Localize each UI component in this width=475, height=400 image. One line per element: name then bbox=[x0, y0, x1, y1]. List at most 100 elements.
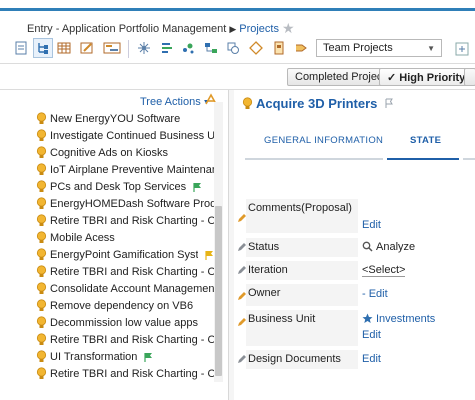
tab-underline bbox=[245, 158, 383, 160]
flag-icon bbox=[193, 182, 202, 192]
lightbulb-icon bbox=[36, 197, 47, 209]
tree-item-label: EnergyHOMEDash Software Product bbox=[50, 197, 214, 210]
field-label: Comments(Proposal) bbox=[246, 199, 358, 233]
lightbulb-icon bbox=[36, 129, 47, 141]
lightbulb-icon bbox=[36, 316, 47, 328]
status-value-text: Analyze bbox=[376, 241, 416, 253]
tree-item[interactable]: Retire TBRI and Risk Charting - Option 1 bbox=[36, 331, 214, 348]
tree-item[interactable]: IoT Airplane Preventive Maintenance Syst… bbox=[36, 161, 214, 178]
breadcrumb-separator: ▶ bbox=[229, 24, 237, 34]
tree-item-label: PCs and Desk Top Services bbox=[50, 180, 187, 193]
tree-item-label: Remove dependency on VB6 bbox=[50, 299, 194, 312]
lightbulb-icon bbox=[36, 282, 47, 294]
tree-item[interactable]: Investigate Continued Business Usage of … bbox=[36, 127, 214, 144]
lightbulb-icon bbox=[36, 248, 47, 260]
grid-view-icon[interactable] bbox=[57, 41, 71, 55]
detail-title: Acquire 3D Printers bbox=[242, 96, 394, 111]
diamond-icon[interactable] bbox=[249, 41, 263, 55]
star-icon[interactable]: ★ bbox=[282, 20, 295, 36]
tree-item[interactable]: Remove dependency on VB6 bbox=[36, 297, 214, 314]
flow-icon[interactable] bbox=[294, 41, 308, 55]
tree-item-label: Retire TBRI and Risk Charting - Option 4 bbox=[50, 265, 214, 278]
tree-item[interactable]: Mobile Acess bbox=[36, 229, 214, 246]
more-filters-button[interactable] bbox=[464, 68, 475, 86]
bar-chart-icon[interactable] bbox=[160, 41, 174, 55]
flag-icon bbox=[205, 250, 213, 260]
owner-edit-link[interactable]: - Edit bbox=[362, 288, 388, 300]
business-unit-value[interactable]: Investments bbox=[362, 313, 435, 325]
flag-outline-icon[interactable] bbox=[384, 98, 394, 108]
toolbar-divider-line bbox=[0, 63, 475, 64]
scatter-icon[interactable] bbox=[181, 41, 195, 55]
tree-scrollbar-thumb[interactable] bbox=[215, 206, 222, 376]
overflow-icon[interactable] bbox=[455, 42, 469, 56]
view-select-value: Team Projects bbox=[323, 42, 393, 54]
tree-item-label: UI Transformation bbox=[50, 350, 138, 363]
tree-item[interactable]: Retire TBRI and Risk Charting - Option 3 bbox=[36, 365, 214, 382]
edit-grid-icon[interactable] bbox=[80, 41, 94, 55]
list-view-icon[interactable] bbox=[14, 41, 28, 55]
iteration-select[interactable]: <Select> bbox=[362, 264, 406, 277]
flag-icon bbox=[144, 352, 153, 362]
tab-state[interactable]: STATE bbox=[410, 135, 441, 146]
tab-active-underline bbox=[387, 158, 459, 160]
tree-item-label: Consolidate Account Management Applicat bbox=[50, 282, 214, 295]
lightbulb-icon bbox=[36, 146, 47, 158]
lightbulb-icon bbox=[36, 163, 47, 175]
chevron-down-icon: ▼ bbox=[427, 44, 435, 53]
tree-item-label: Retire TBRI and Risk Charting - Option 3 bbox=[50, 367, 214, 380]
document-icon[interactable] bbox=[272, 41, 286, 55]
tree-actions-label: Tree Actions bbox=[140, 96, 201, 108]
completed-projects-label: Completed Projects bbox=[295, 71, 391, 83]
hierarchy-icon[interactable] bbox=[204, 41, 218, 55]
shape-icon[interactable] bbox=[226, 41, 240, 55]
business-unit-edit-link[interactable]: Edit bbox=[362, 329, 381, 341]
tree-item[interactable]: EnergyHOMEDash Software Product bbox=[36, 195, 214, 212]
tree-actions-menu[interactable]: Tree Actions ▼ bbox=[140, 96, 210, 108]
tree-item[interactable]: Decommission low value apps bbox=[36, 314, 214, 331]
business-unit-text: Investments bbox=[376, 313, 436, 325]
check-icon: ✓ bbox=[387, 72, 397, 84]
tab-state-label: STATE bbox=[410, 135, 442, 146]
tree-item-label: New EnergyYOU Software bbox=[50, 112, 181, 125]
tree-item[interactable]: New EnergyYOU Software bbox=[36, 110, 214, 127]
toolbar-divider bbox=[128, 40, 129, 58]
header-accent-bar bbox=[0, 8, 475, 11]
lightbulb-icon bbox=[36, 367, 47, 379]
field-label: Status bbox=[246, 238, 358, 257]
tree-item[interactable]: Consolidate Account Management Applicat bbox=[36, 280, 214, 297]
tree-scrollbar[interactable] bbox=[214, 102, 223, 382]
high-priority-button[interactable]: ✓ High Priority bbox=[379, 68, 474, 86]
lightbulb-icon bbox=[242, 97, 253, 109]
status-value[interactable]: Analyze bbox=[362, 241, 415, 253]
lightbulb-icon bbox=[36, 299, 47, 311]
tab-general-information[interactable]: GENERAL INFORMATION bbox=[264, 135, 383, 146]
tree-item[interactable]: Retire TBRI and Risk Charting - Option 4 bbox=[36, 263, 214, 280]
view-select[interactable]: Team Projects ▼ bbox=[316, 39, 442, 57]
timeline-icon[interactable] bbox=[103, 41, 121, 55]
breadcrumb-path[interactable]: Entry - Application Portfolio Management bbox=[27, 23, 226, 35]
field-label: Business Unit bbox=[246, 310, 358, 346]
star-icon bbox=[362, 313, 373, 323]
design-documents-edit-link[interactable]: Edit bbox=[362, 353, 381, 365]
breadcrumb-current[interactable]: Projects bbox=[239, 23, 279, 35]
tree-item[interactable]: EnergyPoint Gamification System bbox=[36, 246, 214, 263]
tree-item-label: IoT Airplane Preventive Maintenance Syst… bbox=[50, 163, 214, 176]
tree-item[interactable]: Retire TBRI and Risk Charting - Option 2 bbox=[36, 212, 214, 229]
search-icon bbox=[362, 241, 373, 252]
network-icon[interactable] bbox=[137, 41, 151, 55]
tree-item-label: Decommission low value apps bbox=[50, 316, 198, 329]
tree-item[interactable]: Cognitive Ads on Kiosks bbox=[36, 144, 214, 161]
high-priority-label: High Priority bbox=[399, 72, 466, 84]
tree-item-label: Cognitive Ads on Kiosks bbox=[50, 146, 169, 159]
lightbulb-icon bbox=[36, 333, 47, 345]
comments-edit-link[interactable]: Edit bbox=[362, 219, 381, 231]
lightbulb-icon bbox=[36, 350, 47, 362]
tree-view-icon[interactable] bbox=[33, 38, 53, 58]
tree-item[interactable]: PCs and Desk Top Services bbox=[36, 178, 214, 195]
lightbulb-icon bbox=[36, 214, 47, 226]
tab-underline bbox=[463, 158, 475, 160]
lightbulb-icon bbox=[36, 112, 47, 124]
detail-panel: Acquire 3D Printers GENERAL INFORMATION … bbox=[234, 90, 475, 400]
tree-item[interactable]: UI Transformation bbox=[36, 348, 214, 365]
